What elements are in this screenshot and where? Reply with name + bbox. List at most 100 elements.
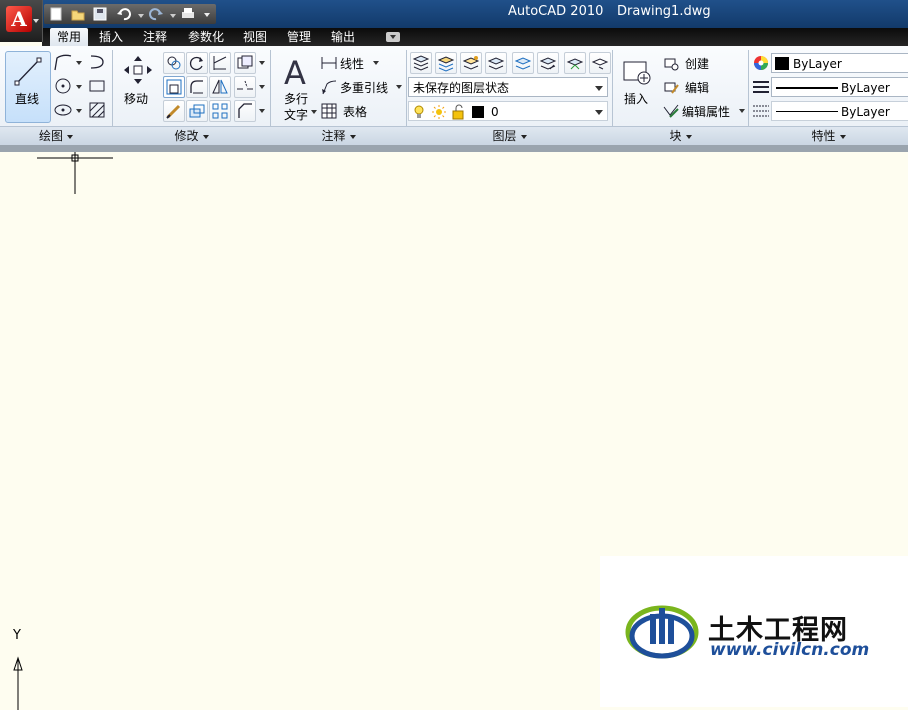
arc-icon[interactable] (87, 52, 107, 72)
tab-parametric[interactable]: 参数化 (182, 28, 230, 46)
lineweight-select[interactable]: ByLayer (771, 101, 908, 121)
application-menu-button[interactable]: A (0, 0, 43, 42)
multileader-button[interactable]: 多重引线 (320, 77, 404, 97)
layers-panel-title[interactable]: 图层 (407, 128, 612, 145)
tab-home[interactable]: 常用 (50, 28, 88, 46)
create-block-button[interactable]: 创建 (662, 53, 722, 73)
erase-icon[interactable] (234, 52, 256, 74)
text-a-icon: A (284, 54, 306, 88)
watermark: 土木工程网 www.civilcn.com (600, 556, 908, 707)
mirror-icon[interactable] (209, 76, 231, 98)
edit-block-icon (664, 82, 679, 94)
color-swatch (775, 57, 789, 70)
draw-panel-title[interactable]: 绘图 (0, 128, 112, 145)
lineweight-icon[interactable] (752, 103, 770, 119)
sun-icon (432, 105, 446, 119)
ellipse-dropdown-icon[interactable] (76, 109, 82, 113)
modify-panel-title[interactable]: 修改 (113, 128, 270, 145)
document-title: Drawing1.dwg (617, 4, 711, 19)
rectangle-icon[interactable] (87, 76, 107, 96)
circle-dropdown-icon[interactable] (76, 85, 82, 89)
color-wheel-icon[interactable] (752, 54, 770, 72)
linear-dim-icon (321, 57, 337, 69)
layer-properties-icon[interactable] (410, 52, 432, 74)
rotate-icon[interactable] (186, 52, 208, 74)
tab-insert[interactable]: 插入 (94, 28, 128, 46)
lineweight-sample (776, 111, 838, 112)
linetype-icon[interactable] (752, 79, 770, 95)
layer-state-value: 未保存的图层状态 (413, 81, 510, 95)
multileader-icon (322, 80, 337, 95)
table-button[interactable]: 表格 (320, 101, 380, 121)
civilcn-logo-icon (625, 605, 699, 659)
layer-freeze-icon[interactable] (564, 52, 586, 74)
open-icon[interactable] (70, 6, 86, 22)
explode-icon[interactable] (234, 76, 256, 98)
redo-dropdown-icon[interactable] (170, 14, 176, 18)
ucs-y-label: Y (13, 628, 21, 643)
tab-view[interactable]: 视图 (238, 28, 272, 46)
lightbulb-icon (414, 105, 424, 118)
chamfer-dropdown-icon[interactable] (259, 109, 265, 113)
layer-state-icon[interactable] (435, 52, 457, 74)
offset-icon[interactable] (186, 100, 208, 122)
edit-block-button[interactable]: 编辑 (662, 77, 722, 97)
ribbon-minimize-icon[interactable] (386, 32, 400, 42)
layer-match-icon[interactable] (512, 52, 534, 74)
layer-lock-icon[interactable] (589, 52, 611, 74)
polyline-dropdown-icon[interactable] (76, 61, 82, 65)
stretch-icon[interactable] (163, 76, 185, 98)
title-bar: AutoCAD 2010 Drawing1.dwg (0, 0, 908, 28)
erase-dropdown-icon[interactable] (259, 61, 265, 65)
redo-icon[interactable] (148, 6, 164, 22)
copy-icon[interactable] (163, 52, 185, 74)
layer-select[interactable]: 0 (408, 101, 608, 121)
move-label: 移动 (124, 92, 149, 106)
qat-customize-icon[interactable] (204, 13, 210, 17)
edit-attributes-button[interactable]: 编辑属性 (662, 101, 748, 121)
autocad-logo-icon: A (6, 6, 32, 32)
linetype-select[interactable]: ByLayer (771, 77, 908, 97)
insert-block-button[interactable]: 插入 (618, 52, 658, 122)
explode-dropdown-icon[interactable] (259, 85, 265, 89)
move-icon (124, 56, 152, 84)
undo-icon[interactable] (116, 6, 132, 22)
chevron-down-icon (595, 86, 603, 91)
new-icon[interactable] (48, 6, 64, 22)
array-icon[interactable] (209, 100, 231, 122)
layer-off-icon[interactable] (485, 52, 507, 74)
multiline-text-button[interactable]: A 多行 文字 (278, 52, 318, 122)
scale-icon[interactable] (163, 100, 185, 122)
line-button[interactable]: 直线 (5, 51, 51, 123)
layer-previous-icon[interactable] (537, 52, 559, 74)
linetype-value: ByLayer (841, 81, 890, 95)
annotation-panel-title[interactable]: 注释 (271, 128, 406, 145)
tab-annotate[interactable]: 注释 (138, 28, 172, 46)
linear-dimension-button[interactable]: 线性 (320, 53, 382, 73)
fillet-icon[interactable] (186, 76, 208, 98)
layer-state-select[interactable]: 未保存的图层状态 (408, 77, 608, 97)
block-panel-title[interactable]: 块 (613, 128, 748, 145)
circle-icon[interactable] (53, 76, 73, 96)
layer-isolate-icon[interactable] (460, 52, 482, 74)
hatch-icon[interactable] (87, 100, 107, 120)
color-select[interactable]: ByLayer (771, 53, 908, 73)
crosshair-cursor-icon (37, 152, 113, 194)
chamfer-icon[interactable] (234, 100, 256, 122)
tab-manage[interactable]: 管理 (282, 28, 316, 46)
insert-block-icon (623, 61, 651, 85)
table-icon (321, 103, 337, 119)
plot-icon[interactable] (180, 6, 196, 22)
save-icon[interactable] (92, 6, 108, 22)
line-icon (14, 57, 42, 86)
undo-dropdown-icon[interactable] (138, 14, 144, 18)
properties-panel-title[interactable]: 特性 (749, 128, 908, 145)
move-button[interactable]: 移动 (118, 52, 158, 120)
trim-icon[interactable] (209, 52, 231, 74)
tab-output[interactable]: 输出 (326, 28, 360, 46)
layer-color-swatch (472, 106, 484, 118)
current-layer-value: 0 (491, 105, 499, 119)
ellipse-icon[interactable] (53, 100, 73, 120)
chevron-down-icon (33, 19, 39, 23)
polyline-icon[interactable] (53, 52, 73, 72)
